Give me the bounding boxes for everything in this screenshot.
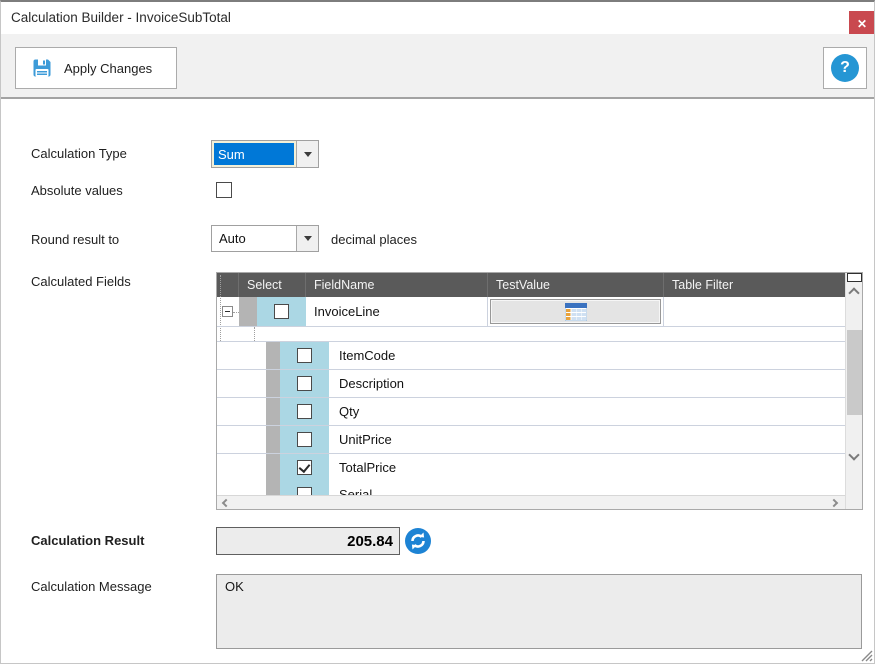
grid-header-fieldname[interactable]: FieldName [306,273,488,297]
dropdown-arrow-icon [304,152,312,157]
grid-row-totalprice[interactable]: TotalPrice [217,454,845,482]
tree-collapse-button[interactable] [222,306,233,317]
resize-grip[interactable] [857,646,873,662]
grid-header-select[interactable]: Select [239,273,306,297]
table-icon [565,303,587,321]
calculation-result-field[interactable]: 205.84 [216,527,400,555]
row-indent-band [266,426,280,453]
grid-horizontal-scrollbar[interactable] [217,495,845,509]
grid-row-description[interactable]: Description [217,370,845,398]
select-cell [280,342,329,369]
help-button[interactable]: ? [823,47,867,89]
apply-changes-button[interactable]: Apply Changes [15,47,177,89]
toolbar: Apply Changes ? [1,34,874,99]
fieldname-cell[interactable]: UnitPrice [329,426,845,453]
calculation-type-value[interactable]: Sum [212,141,296,167]
round-result-dropdown-button[interactable] [296,226,318,251]
select-cell [257,297,306,326]
round-result-combobox[interactable]: Auto [211,225,319,252]
grid-row-itemcode[interactable]: ItemCode [217,342,845,370]
grid-child-rows: ItemCode Description Qty [217,341,845,482]
vertical-scrollbar-thumb[interactable] [847,330,862,415]
select-cell [280,370,329,397]
absolute-values-label: Absolute values [31,183,123,198]
grid-row-partial-clip: Serial [217,481,845,495]
refresh-icon [405,528,431,554]
help-icon: ? [831,54,859,82]
row-indent-band [266,342,280,369]
tablefilter-cell[interactable] [664,297,845,326]
grid-header-row: Select FieldName TestValue Table Filter [217,273,845,297]
serial-checkbox[interactable] [297,487,312,495]
calculation-message-field[interactable]: OK [216,574,862,649]
calculation-type-label: Calculation Type [31,146,127,161]
scroll-right-icon[interactable] [830,499,838,507]
select-cell [280,481,329,495]
grid-header-tablefilter[interactable]: Table Filter [664,273,845,297]
absolute-values-checkbox[interactable] [216,182,232,198]
scroll-down-icon[interactable] [848,449,859,460]
apply-changes-label: Apply Changes [64,61,152,76]
close-button[interactable]: ✕ [849,11,875,36]
grid-vertical-scrollbar[interactable] [845,273,862,509]
calculation-type-dropdown-button[interactable] [296,141,318,167]
grid-row-qty[interactable]: Qty [217,398,845,426]
calculated-fields-grid: Select FieldName TestValue Table Filter … [216,272,863,510]
decimal-places-label: decimal places [331,232,417,247]
calculation-type-combobox[interactable]: Sum [211,140,319,168]
totalprice-checkbox[interactable] [297,460,312,475]
fieldname-cell[interactable]: ItemCode [329,342,845,369]
round-result-value[interactable]: Auto [212,226,296,251]
testvalue-table-button[interactable] [490,299,661,324]
select-cell [280,454,329,481]
calculated-fields-label: Calculated Fields [31,274,131,289]
grid-row-serial[interactable]: Serial [217,481,845,495]
calculation-result-label: Calculation Result [31,533,144,548]
fieldname-cell[interactable]: TotalPrice [329,454,845,481]
dropdown-arrow-icon [304,236,312,241]
recalculate-button[interactable] [405,528,431,554]
save-icon [30,56,54,80]
row-indent-band [266,454,280,481]
fieldname-cell[interactable]: Qty [329,398,845,425]
itemcode-checkbox[interactable] [297,348,312,363]
testvalue-cell [488,297,664,326]
grid-row-invoiceline[interactable]: InvoiceLine [217,297,845,327]
round-result-label: Round result to [31,232,119,247]
calculation-message-label: Calculation Message [31,579,152,594]
fieldname-cell[interactable]: Serial [329,481,845,495]
row-indent-band [239,297,257,326]
grid-row-unitprice[interactable]: UnitPrice [217,426,845,454]
scroll-left-icon[interactable] [222,499,230,507]
qty-checkbox[interactable] [297,404,312,419]
unitprice-checkbox[interactable] [297,432,312,447]
fieldname-cell[interactable]: InvoiceLine [306,297,488,326]
grid-header-testvalue[interactable]: TestValue [488,273,664,297]
scrollbar-split-box[interactable] [847,273,862,282]
row-indent-band [266,370,280,397]
calculation-builder-dialog: Calculation Builder - InvoiceSubTotal ✕ … [0,0,875,664]
title-bar: Calculation Builder - InvoiceSubTotal ✕ [1,2,874,34]
close-icon: ✕ [857,17,867,31]
minus-icon [225,311,230,312]
description-checkbox[interactable] [297,376,312,391]
row-indent-band [266,481,280,495]
window-title: Calculation Builder - InvoiceSubTotal [11,10,231,25]
fieldname-cell[interactable]: Description [329,370,845,397]
scroll-up-icon[interactable] [848,287,859,298]
invoiceline-checkbox[interactable] [274,304,289,319]
select-cell [280,398,329,425]
row-indent-band [266,398,280,425]
select-cell [280,426,329,453]
